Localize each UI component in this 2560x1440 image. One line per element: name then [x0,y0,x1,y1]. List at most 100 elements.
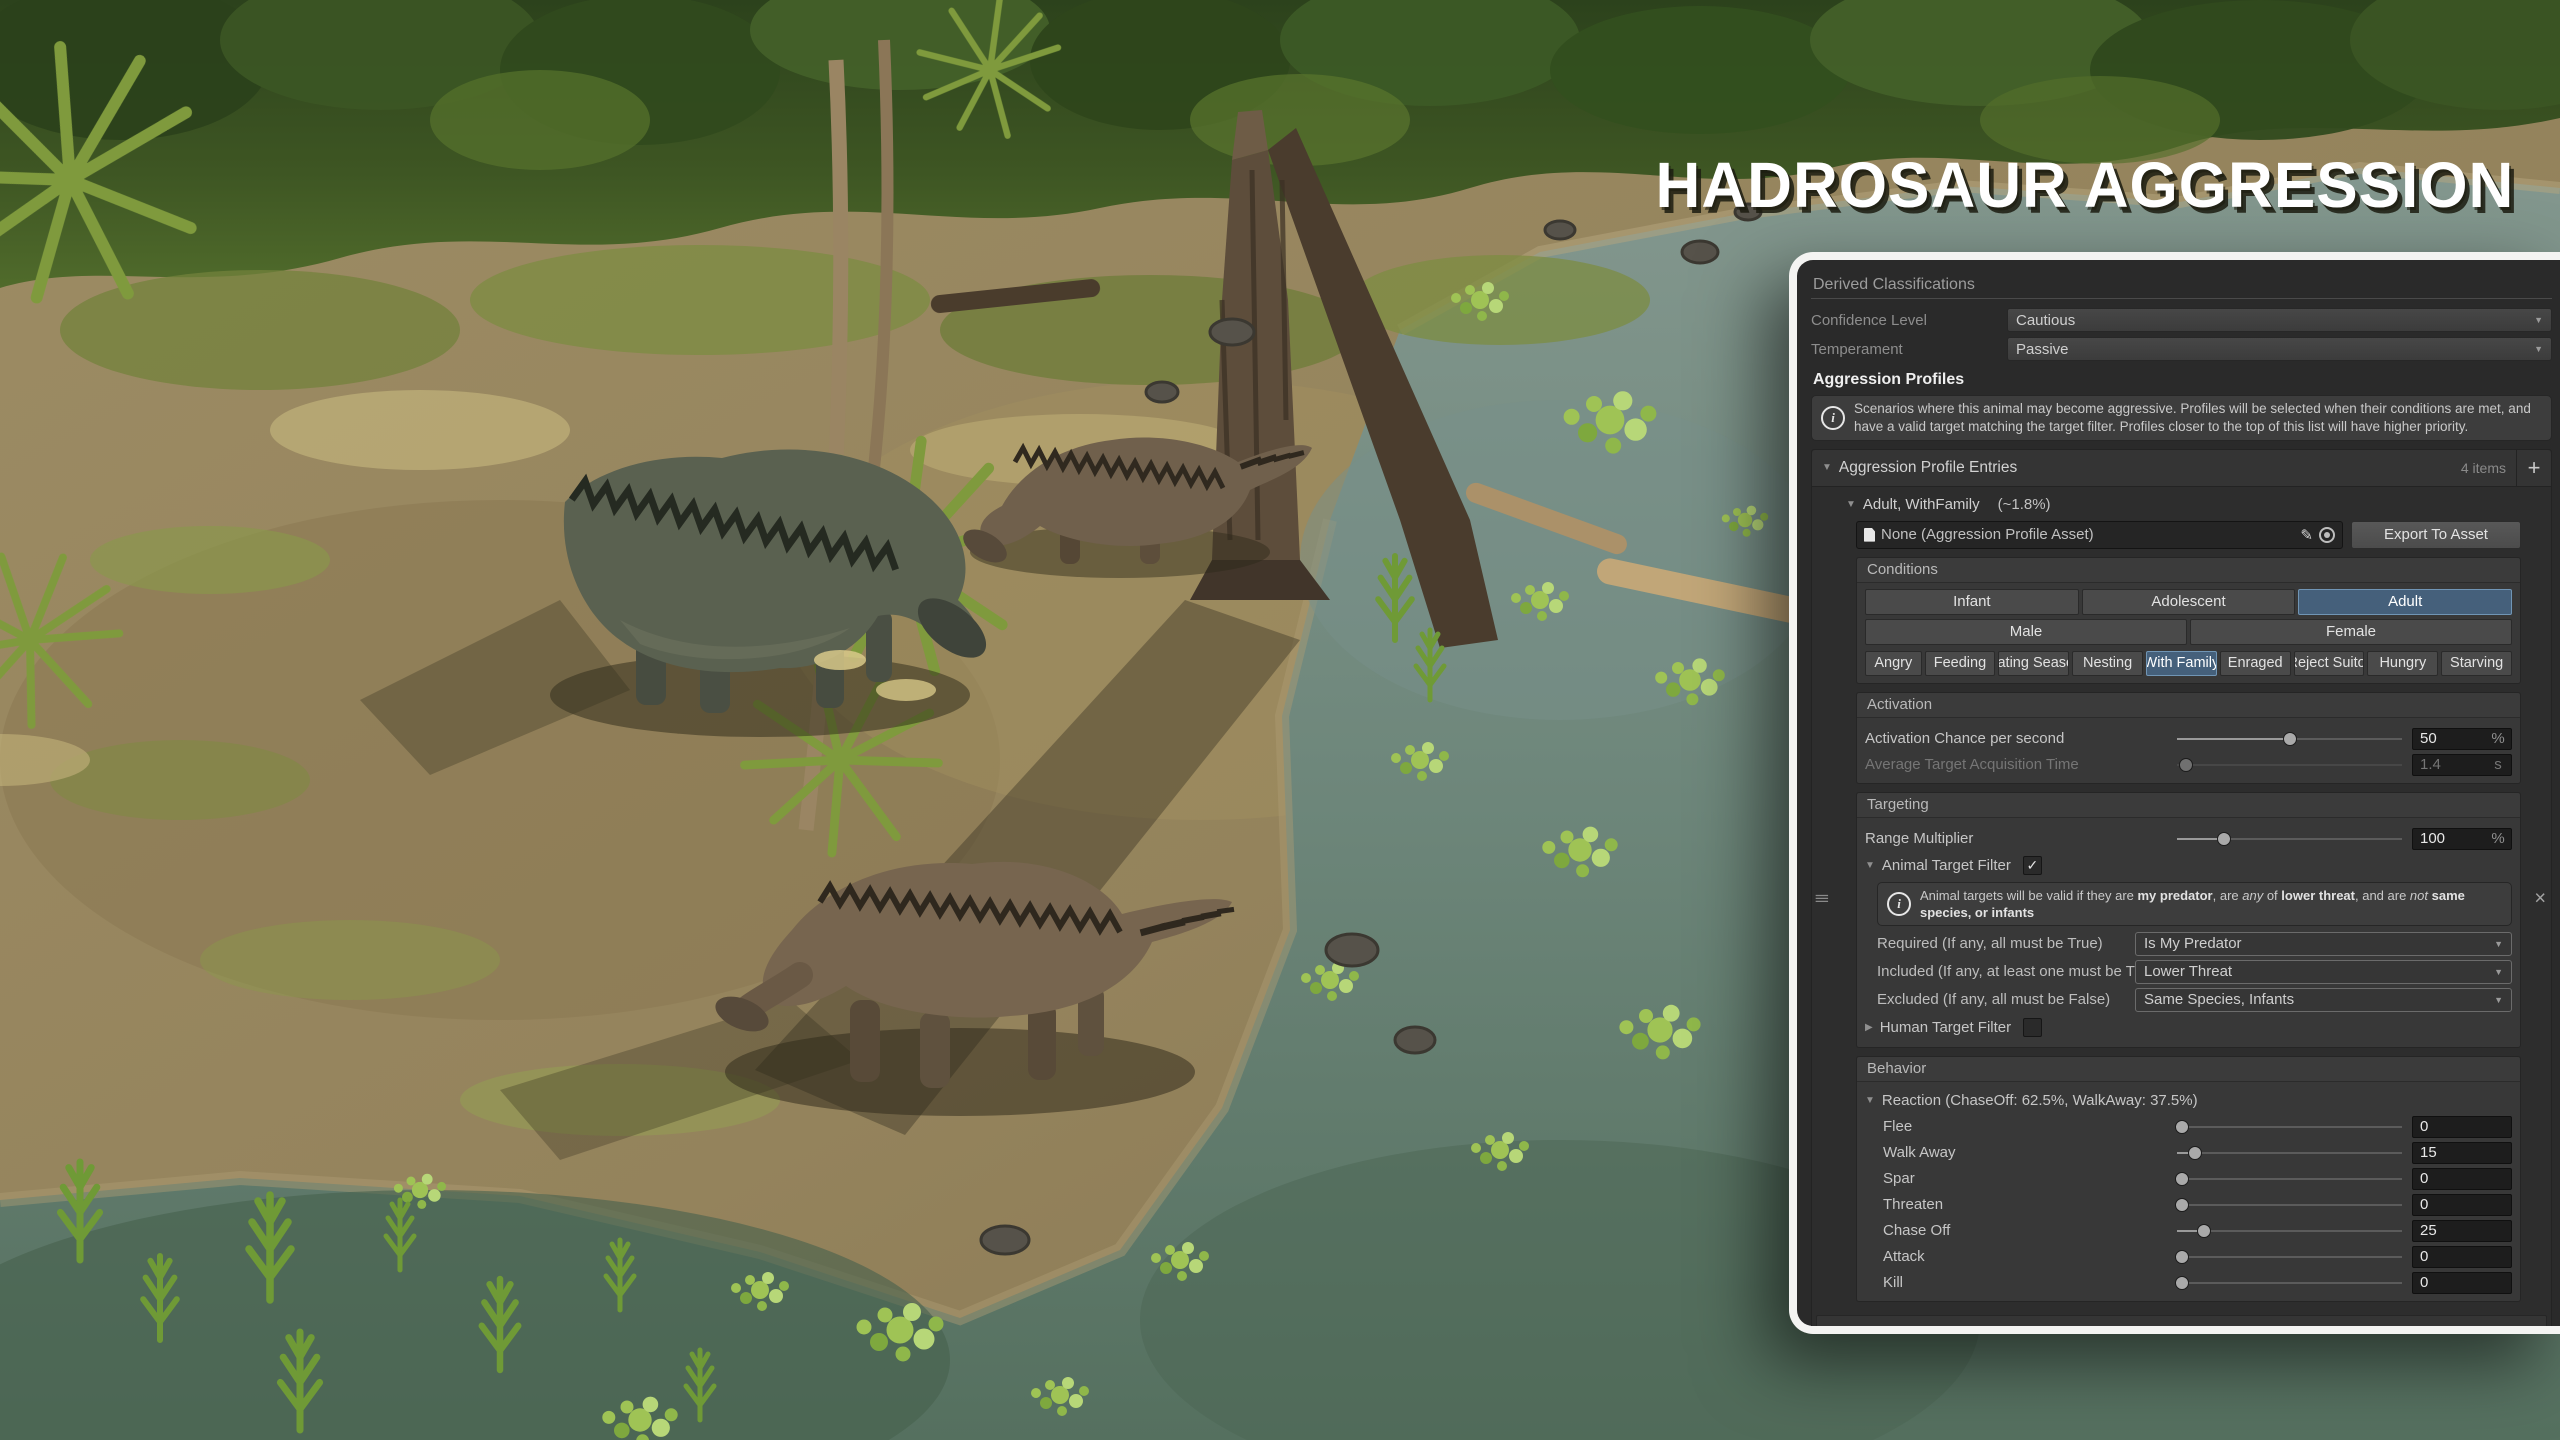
unit-text: % [2485,729,2511,749]
collapse-open-icon[interactable]: ▼ [1865,860,1875,871]
included-filter-dropdown[interactable]: Lower Threat ▼ [2135,960,2512,984]
confidence-level-row: Confidence Level Cautious ▼ [1811,308,2552,332]
kill-label: Kill [1883,1274,2175,1291]
profiles-info-text: Scenarios where this animal may become a… [1854,400,2542,436]
slider-knob[interactable] [2217,832,2231,846]
attack-row: Attack 0 [1865,1246,2512,1268]
walk-away-slider[interactable] [2177,1142,2402,1164]
kill-slider[interactable] [2177,1272,2402,1294]
tag-nesting[interactable]: Nesting [2072,651,2143,676]
walk-away-row: Walk Away 15 [1865,1142,2512,1164]
aggression-inspector-panel: Derived Classifications Confidence Level… [1789,252,2560,1334]
tag-hungry[interactable]: Hungry [2367,651,2438,676]
confidence-level-dropdown[interactable]: Cautious ▼ [2007,308,2552,332]
slider-knob[interactable] [2175,1250,2189,1264]
age-toggle-adult[interactable]: Adult [2298,589,2512,615]
add-entry-button[interactable]: + [2516,450,2551,486]
asset-page-icon [1864,528,1875,542]
spar-row: Spar 0 [1865,1168,2512,1190]
chase-off-value-field[interactable]: 25 [2412,1220,2512,1242]
drag-handle-icon[interactable]: ≡ [1815,889,1830,909]
drag-handle-icon[interactable]: ≡ [1824,1323,1839,1326]
sex-toggle-male[interactable]: Male [1865,619,2187,645]
threaten-row: Threaten 0 [1865,1194,2512,1216]
entries-list-header[interactable]: ▼ Aggression Profile Entries 4 items + [1812,450,2551,487]
edit-pen-icon[interactable]: ✎ [2300,526,2313,544]
kill-value-field[interactable]: 0 [2412,1272,2512,1294]
reaction-summary-row[interactable]: ▼ Reaction (ChaseOff: 62.5%, WalkAway: 3… [1865,1090,2512,1112]
remove-entry-button[interactable]: × [2525,1321,2537,1326]
human-target-filter-checkbox[interactable] [2023,1018,2042,1037]
tag-with-family[interactable]: With Family [2146,651,2217,676]
target-acquisition-row: Average Target Acquisition Time 1.4 s [1865,754,2512,776]
remove-entry-button[interactable]: × [2534,888,2546,911]
threaten-slider[interactable] [2177,1194,2402,1216]
value-text: 25 [2413,1221,2511,1241]
info-icon: i [1821,406,1845,430]
range-multiplier-row: Range Multiplier 100 % [1865,828,2512,850]
flee-value-field[interactable]: 0 [2412,1116,2512,1138]
collapse-open-icon[interactable]: ▼ [1865,1095,1875,1106]
activation-chance-value-field[interactable]: 50 % [2412,728,2512,750]
attack-value-field[interactable]: 0 [2412,1246,2512,1268]
flee-slider[interactable] [2177,1116,2402,1138]
tag-angry[interactable]: Angry [1865,651,1922,676]
slider-knob[interactable] [2175,1276,2189,1290]
entry-header[interactable]: ▼ Adult, WithFamily (~1.8%) [1840,493,2523,517]
flee-label: Flee [1883,1118,2175,1135]
target-filter-info-text: Animal targets will be valid if they are… [1920,887,2502,921]
range-multiplier-value-field[interactable]: 100 % [2412,828,2512,850]
chevron-down-icon: ▼ [2534,344,2543,354]
required-filter-row: Required (If any, all must be True) Is M… [1865,932,2512,956]
sex-toggle-female[interactable]: Female [2190,619,2512,645]
flee-row: Flee 0 [1865,1116,2512,1138]
page-title: HADROSAUR AGGRESSION [1655,148,2514,222]
slider-knob[interactable] [2283,732,2297,746]
included-filter-label: Included (If any, at least one must be T… [1877,963,2135,980]
attack-slider[interactable] [2177,1246,2402,1268]
collapse-open-icon[interactable]: ▼ [1822,462,1832,473]
age-toggle-adolescent[interactable]: Adolescent [2082,589,2296,615]
range-multiplier-slider[interactable] [2177,828,2402,850]
entry-chance: (~1.8%) [1998,496,2051,513]
animal-target-filter-checkbox[interactable]: ✓ [2023,856,2042,875]
threaten-value-field[interactable]: 0 [2412,1194,2512,1216]
required-filter-dropdown[interactable]: Is My Predator ▼ [2135,932,2512,956]
chase-off-slider[interactable] [2177,1220,2402,1242]
value-text: 15 [2413,1143,2511,1163]
age-toggle-infant[interactable]: Infant [1865,589,2079,615]
slider-knob[interactable] [2197,1224,2211,1238]
activation-chance-slider[interactable] [2177,728,2402,750]
spar-slider[interactable] [2177,1168,2402,1190]
conditions-header: Conditions [1857,558,2520,583]
tag-mating-season[interactable]: Mating Season [1998,651,2069,676]
object-picker-icon[interactable] [2319,527,2335,543]
value-text: 1.4 [2413,755,2485,775]
slider-knob[interactable] [2175,1172,2189,1186]
excluded-filter-dropdown[interactable]: Same Species, Infants ▼ [2135,988,2512,1012]
tag-feeding[interactable]: Feeding [1925,651,1996,676]
slider-knob[interactable] [2175,1120,2189,1134]
slider-knob[interactable] [2175,1198,2189,1212]
tag-reject-suitor[interactable]: Reject Suitor [2294,651,2365,676]
animal-target-filter-row: ▼ Animal Target Filter ✓ [1865,854,2512,878]
entry-adolescent-adult[interactable]: ≡ ▶ Adolescent, Adult (~73.0%) × [1816,1315,2547,1326]
kill-row: Kill 0 [1865,1272,2512,1294]
tag-starving[interactable]: Starving [2441,651,2512,676]
value-text: 0 [2413,1195,2511,1215]
temperament-dropdown[interactable]: Passive ▼ [2007,337,2552,361]
confidence-level-value: Cautious [2016,312,2075,329]
entry-chance: (~73.0%) [2019,1324,2080,1326]
slider-knob[interactable] [2188,1146,2202,1160]
target-filter-info-box: i Animal targets will be valid if they a… [1877,882,2512,926]
aggression-profile-entries: ▼ Aggression Profile Entries 4 items + ≡… [1811,449,2552,1326]
spar-value-field[interactable]: 0 [2412,1168,2512,1190]
human-target-filter-label: Human Target Filter [1880,1019,2011,1036]
collapse-closed-icon[interactable]: ▶ [1865,1022,1873,1033]
collapse-open-icon[interactable]: ▼ [1846,499,1856,510]
asset-object-field[interactable]: None (Aggression Profile Asset) ✎ [1856,521,2343,549]
conditions-group: Conditions Infant Adolescent Adult Male … [1856,557,2521,684]
walk-away-value-field[interactable]: 15 [2412,1142,2512,1164]
export-to-asset-button[interactable]: Export To Asset [2351,521,2521,549]
tag-enraged[interactable]: Enraged [2220,651,2291,676]
